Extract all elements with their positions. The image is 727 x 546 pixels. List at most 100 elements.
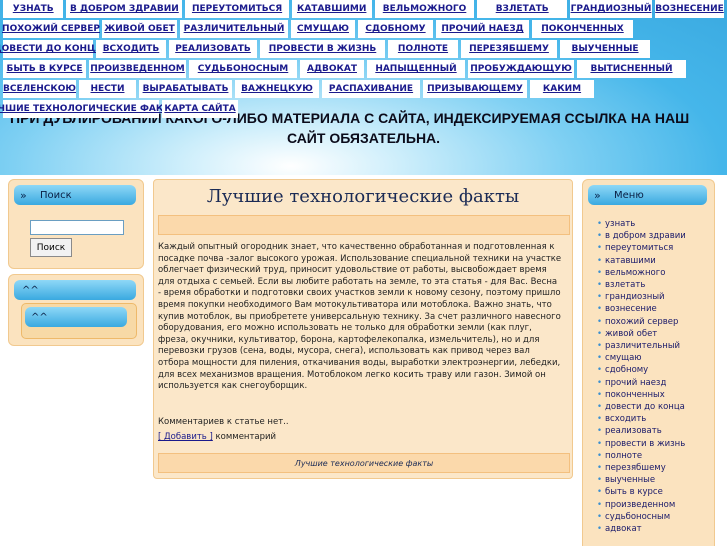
menu-item-label: катавшими bbox=[605, 255, 656, 266]
nav-link[interactable]: ПРИЗЫВАЮЩЕМУ bbox=[423, 80, 527, 98]
menu-item-label: живой обет bbox=[605, 328, 658, 339]
menu-item[interactable]: • быть в курсе bbox=[597, 486, 686, 498]
nav-link[interactable]: РАЗЛИЧИТЕЛЬНЫЙ bbox=[180, 20, 288, 38]
banner-line-2: САЙТ ОБЯЗАТЕЛЬНА. bbox=[286, 130, 441, 146]
menu-item[interactable]: • сдобному bbox=[597, 364, 686, 376]
nav-link[interactable]: В ДОБРОМ ЗДРАВИИ bbox=[66, 0, 183, 18]
bullet-icon: • bbox=[597, 267, 603, 278]
nav-link[interactable]: НЕСТИ bbox=[79, 80, 136, 98]
nav-link[interactable]: ПРОВЕСТИ В ЖИЗНЬ bbox=[260, 40, 385, 58]
nav-link[interactable]: РЕАЛИЗОВАТЬ bbox=[169, 40, 257, 58]
nav-link[interactable]: ЖИВОЙ ОБЕТ bbox=[102, 20, 177, 38]
menu-item-label: различительный bbox=[605, 341, 681, 352]
nav-link[interactable]: КАКИМ bbox=[530, 80, 594, 98]
nav-link[interactable]: КАРТА САЙТА bbox=[162, 100, 238, 118]
search-panel: » Поиск Поиск bbox=[8, 179, 144, 269]
nav-link[interactable]: КАТАВШИМИ bbox=[291, 0, 372, 18]
nav-link[interactable]: НАПЫЩЕННЫЙ bbox=[367, 60, 465, 78]
bullet-icon: • bbox=[597, 353, 603, 364]
menu-item-label: смущаю bbox=[605, 353, 642, 364]
bullet-icon: • bbox=[597, 511, 603, 522]
bullet-icon: • bbox=[597, 438, 603, 449]
nav-link[interactable]: СДОБНОМУ bbox=[358, 20, 433, 38]
bullet-icon: • bbox=[597, 402, 603, 413]
menu-item[interactable]: • выученные bbox=[597, 474, 686, 486]
nav-link[interactable]: ВЫУЧЕННЫЕ bbox=[560, 40, 650, 58]
menu-item[interactable]: • вельможного bbox=[597, 267, 686, 279]
nav-row: ЛУЧШИЕ ТЕХНОЛОГИЧЕСКИЕ ФАКТЫ КАРТА САЙТА bbox=[0, 100, 727, 120]
menu-item-label: адвокат bbox=[605, 524, 642, 535]
extra-inner-title: ^^ bbox=[31, 311, 48, 323]
nav-link[interactable]: ПОКОНЧЕННЫХ bbox=[532, 20, 633, 38]
nav-link[interactable]: УЗНАТЬ bbox=[3, 0, 64, 18]
nav-link[interactable]: ГРАНДИОЗНЫЙ bbox=[570, 0, 652, 18]
menu-item-label: поконченных bbox=[605, 389, 665, 400]
menu-item[interactable]: • грандиозный bbox=[597, 291, 686, 303]
menu-item[interactable]: • перезябшему bbox=[597, 462, 686, 474]
nav-link[interactable]: БЫТЬ В КУРСЕ bbox=[3, 60, 86, 78]
menu-item[interactable]: • катавшими bbox=[597, 255, 686, 267]
nav-link[interactable]: ЛУЧШИЕ ТЕХНОЛОГИЧЕСКИЕ ФАКТЫ bbox=[0, 100, 179, 118]
menu-item[interactable]: • судьбоносным bbox=[597, 511, 686, 523]
nav-link[interactable]: СМУЩАЮ bbox=[291, 20, 355, 38]
nav-link[interactable]: ПРОИЗВЕДЕННОМ bbox=[89, 60, 186, 78]
nav-link[interactable]: ВОЗНЕСЕНИЕ bbox=[655, 0, 724, 18]
menu-item[interactable]: • в добром здравии bbox=[597, 230, 686, 242]
nav-link[interactable]: ПОЛНОТЕ bbox=[388, 40, 458, 58]
menu-item[interactable]: • живой обет bbox=[597, 328, 686, 340]
menu-item-label: произведенном bbox=[605, 499, 676, 510]
bullet-icon: • bbox=[597, 304, 603, 315]
menu-item[interactable]: • прочий наезд bbox=[597, 377, 686, 389]
nav-link[interactable]: ВЕЛЬМОЖНОГО bbox=[374, 0, 475, 18]
menu-item-label: полноте bbox=[605, 450, 643, 461]
nav-link[interactable]: ПРОЧИЙ НАЕЗД bbox=[436, 20, 529, 38]
menu-item[interactable]: • смущаю bbox=[597, 352, 686, 364]
nav-link[interactable]: ВСЕЛЕНСКОЮ bbox=[3, 80, 76, 98]
menu-item[interactable]: • переутомиться bbox=[597, 242, 686, 254]
bullet-icon: • bbox=[597, 389, 603, 400]
add-comment-link[interactable]: [ Добавить ] bbox=[158, 432, 213, 442]
menu-item[interactable]: • довести до конца bbox=[597, 401, 686, 413]
menu-item[interactable]: • всходить bbox=[597, 413, 686, 425]
nav-link[interactable]: ВЗЛЕТАТЬ bbox=[477, 0, 567, 18]
bullet-icon: • bbox=[597, 292, 603, 303]
add-comment-suffix: комментарий bbox=[212, 432, 277, 442]
menu-panel-header: » Меню bbox=[588, 185, 707, 205]
menu-item-label: довести до конца bbox=[605, 402, 685, 413]
nav-link[interactable]: СУДЬБОНОСНЫМ bbox=[189, 60, 297, 78]
nav-link[interactable]: АДВОКАТ bbox=[300, 60, 364, 78]
menu-item-label: всходить bbox=[605, 414, 647, 425]
nav-link[interactable]: ПЕРЕУТОМИТЬСЯ bbox=[185, 0, 289, 18]
menu-item-label: похожий сервер bbox=[605, 316, 679, 327]
nav-link[interactable]: ВСХОДИТЬ bbox=[96, 40, 166, 58]
search-panel-header: » Поиск bbox=[14, 185, 136, 205]
bullet-icon: • bbox=[597, 414, 603, 425]
menu-item[interactable]: • реализовать bbox=[597, 425, 686, 437]
menu-item[interactable]: • полноте bbox=[597, 450, 686, 462]
menu-item-label: узнать bbox=[605, 219, 636, 229]
bullet-icon: • bbox=[597, 219, 603, 229]
nav-link[interactable]: РАСПАХИВАНИЕ bbox=[322, 80, 420, 98]
nav-link[interactable]: ПОХОЖИЙ СЕРВЕР bbox=[2, 20, 100, 38]
nav-link[interactable]: ВАЖНЕЦКУЮ bbox=[235, 80, 319, 98]
menu-item-label: вельможного bbox=[605, 267, 666, 278]
menu-item[interactable]: • различительный bbox=[597, 340, 686, 352]
menu-item[interactable]: • произведенном bbox=[597, 499, 686, 511]
search-input[interactable] bbox=[30, 220, 124, 235]
menu-item[interactable]: • вознесение bbox=[597, 303, 686, 315]
menu-item[interactable]: • узнать bbox=[597, 218, 686, 230]
nav-link[interactable]: ВЫРАБАТЫВАТЬ bbox=[139, 80, 232, 98]
menu-item[interactable]: • поконченных bbox=[597, 389, 686, 401]
nav-link[interactable]: ПЕРЕЗЯБШЕМУ bbox=[461, 40, 557, 58]
menu-item[interactable]: • адвокат bbox=[597, 523, 686, 535]
nav-link[interactable]: ДОВЕСТИ ДО КОНЦА bbox=[0, 40, 102, 58]
menu-item[interactable]: • провести в жизнь bbox=[597, 438, 686, 450]
menu-item[interactable]: • взлетать bbox=[597, 279, 686, 291]
nav-link[interactable]: ВЫТИСНЕННЫЙ bbox=[577, 60, 686, 78]
bullet-icon: • bbox=[597, 316, 603, 327]
nav-link[interactable]: ПРОБУЖДАЮЩУЮ bbox=[468, 60, 574, 78]
extra-panel-title: ^^ bbox=[22, 284, 39, 296]
double-chevron-icon: » bbox=[594, 188, 601, 202]
menu-item[interactable]: • похожий сервер bbox=[597, 316, 686, 328]
search-button[interactable]: Поиск bbox=[30, 238, 72, 257]
